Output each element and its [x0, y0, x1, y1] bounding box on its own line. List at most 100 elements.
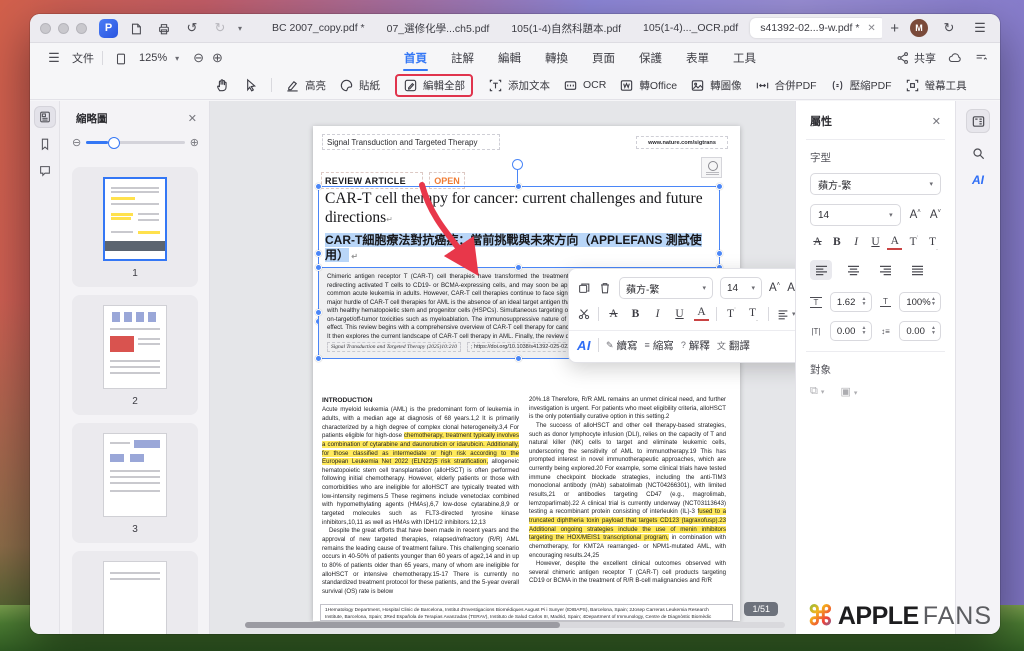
doc-tab[interactable]: BC 2007_copy.pdf *: [262, 18, 375, 38]
print-icon[interactable]: [154, 20, 174, 36]
bookmarks-panel-button[interactable]: [34, 133, 56, 155]
doc-tab-active[interactable]: s41392-02...9-w.pdf * ✕: [750, 18, 882, 38]
thumbnail-page-4[interactable]: 4: [72, 551, 198, 634]
document-viewport[interactable]: Signal Transduction and Targeted Therapy…: [210, 101, 795, 634]
char-spacing-stepper[interactable]: 0.00▲▼: [830, 321, 872, 341]
selection-handle[interactable]: [515, 264, 522, 271]
close-properties-icon[interactable]: ✕: [932, 115, 941, 128]
to-image-button[interactable]: 轉圖像: [690, 78, 742, 93]
slider-track[interactable]: [86, 141, 185, 144]
selection-handle[interactable]: [515, 355, 522, 362]
zoom-in-icon[interactable]: ⊕: [212, 50, 223, 66]
superscript-button[interactable]: Tˈ: [724, 308, 739, 320]
zoom-dropdown-icon[interactable]: ▾: [175, 54, 185, 63]
panel-superscript-button[interactable]: Tˈ: [907, 236, 922, 250]
main-menu-icon[interactable]: ☰: [970, 20, 990, 36]
stepper-arrows-icon[interactable]: ▲▼: [931, 326, 936, 336]
history-dropdown-icon[interactable]: ▾: [238, 24, 248, 33]
ai-panel-button[interactable]: AI: [956, 173, 1000, 187]
share-button[interactable]: 共享: [896, 50, 936, 66]
line-spacing-stepper[interactable]: 0.00▲▼: [899, 321, 941, 341]
selection-handle[interactable]: [315, 309, 322, 316]
add-text-button[interactable]: 添加文本: [488, 78, 550, 93]
journal-header-field[interactable]: Signal Transduction and Targeted Therapy: [322, 134, 500, 150]
font-color-button[interactable]: A: [694, 307, 709, 321]
zoom-window-button[interactable]: [76, 23, 87, 34]
slider-zoom-out-icon[interactable]: ⊖: [72, 136, 81, 149]
thumbnails-panel-button[interactable]: [34, 106, 56, 128]
zoom-out-icon[interactable]: ⊖: [193, 50, 204, 66]
underline-button[interactable]: U: [672, 308, 687, 320]
tab-form[interactable]: 表單: [676, 44, 719, 72]
selection-handle[interactable]: [515, 183, 522, 190]
to-office-button[interactable]: 轉Office: [619, 78, 677, 93]
align-center-button[interactable]: [842, 260, 864, 280]
align-menu-button[interactable]: ▾: [776, 307, 795, 321]
stepper-arrows-icon[interactable]: ▲▼: [931, 297, 936, 307]
increase-font-button[interactable]: A˄: [769, 282, 780, 294]
file-menu-label[interactable]: 文件: [72, 50, 94, 66]
tab-home[interactable]: 首頁: [394, 44, 437, 72]
footnote-block[interactable]: 1Hematology Department, Hospital Clinic …: [320, 604, 733, 621]
search-button[interactable]: [966, 141, 990, 165]
panel-underline-button[interactable]: U: [868, 236, 883, 250]
font-size-select[interactable]: 14▾: [720, 277, 762, 299]
panel-font-size-select[interactable]: 14▾: [810, 204, 901, 226]
subscript-button[interactable]: Tˌ: [746, 307, 761, 321]
thumbnail-page-3[interactable]: 3: [72, 423, 198, 543]
highlight-button[interactable]: 高亮: [285, 78, 326, 93]
ai-explain-button[interactable]: ?解釋: [681, 338, 710, 353]
tab-page[interactable]: 頁面: [582, 44, 625, 72]
properties-tab-button[interactable]: [966, 109, 990, 133]
panel-italic-button[interactable]: I: [849, 236, 864, 250]
tab-tools[interactable]: 工具: [723, 44, 766, 72]
screen-tool-button[interactable]: 螢幕工具: [905, 78, 967, 93]
panel-font-family-select[interactable]: 蘋方-繁▾: [810, 173, 941, 195]
journal-url-field[interactable]: www.nature.com/sigtrans: [636, 136, 728, 149]
annotations-panel-button[interactable]: [34, 160, 56, 182]
slider-knob[interactable]: [108, 137, 120, 149]
close-window-button[interactable]: [40, 23, 51, 34]
horizontal-scrollbar[interactable]: [245, 622, 785, 628]
selection-handle[interactable]: [315, 250, 322, 257]
minimize-window-button[interactable]: [58, 23, 69, 34]
thumbnail-page-1[interactable]: 1: [72, 167, 198, 287]
panel-subscript-button[interactable]: Tˌ: [926, 236, 941, 250]
merge-pdf-button[interactable]: 合併PDF: [755, 78, 817, 93]
panel-increase-font-button[interactable]: A˄: [910, 209, 921, 221]
sticker-button[interactable]: 貼紙: [339, 78, 380, 93]
delete-icon[interactable]: [598, 281, 612, 295]
new-tab-icon[interactable]: +: [890, 20, 899, 37]
strikethrough-button[interactable]: A: [606, 308, 621, 320]
page-fit-icon[interactable]: [111, 50, 131, 66]
selection-handle[interactable]: [716, 183, 723, 190]
zoom-level-value[interactable]: 125%: [139, 52, 167, 64]
object-align-button[interactable]: ⧉ ▾: [810, 385, 824, 398]
stepper-arrows-icon[interactable]: ▲▼: [862, 297, 867, 307]
scrollbar-thumb[interactable]: [245, 622, 560, 628]
panel-bold-button[interactable]: B: [829, 236, 844, 250]
ai-summarize-button[interactable]: ≡縮寫: [645, 338, 674, 353]
selection-handle[interactable]: [315, 183, 322, 190]
doc-tab[interactable]: 105(1-4)自然科題本.pdf: [501, 17, 631, 40]
align-right-button[interactable]: [874, 260, 896, 280]
tab-annotate[interactable]: 註解: [441, 44, 484, 72]
doc-tab[interactable]: 07_選修化學...ch5.pdf: [377, 17, 500, 40]
selection-handle[interactable]: [315, 264, 322, 271]
align-left-button[interactable]: [810, 260, 832, 280]
selection-handle[interactable]: [315, 355, 322, 362]
object-arrange-button[interactable]: ▣ ▾: [840, 385, 857, 398]
rotate-handle[interactable]: [512, 159, 523, 170]
compress-pdf-button[interactable]: 壓縮PDF: [830, 78, 892, 93]
cloud-icon[interactable]: [948, 51, 962, 65]
duplicate-icon[interactable]: [577, 281, 591, 295]
close-panel-icon[interactable]: ✕: [188, 112, 197, 125]
more-actions-button[interactable]: ⋯: [794, 339, 795, 352]
tab-protect[interactable]: 保護: [629, 44, 672, 72]
pdf-page[interactable]: Signal Transduction and Targeted Therapy…: [313, 126, 740, 621]
citation-field[interactable]: Signal Transduction and Targeted Therapy…: [327, 342, 461, 352]
h-scale-stepper[interactable]: 100%▲▼: [899, 292, 941, 312]
redo-icon[interactable]: ↻: [210, 20, 230, 36]
panel-decrease-font-button[interactable]: A˅: [930, 209, 941, 221]
align-justify-button[interactable]: [906, 260, 928, 280]
